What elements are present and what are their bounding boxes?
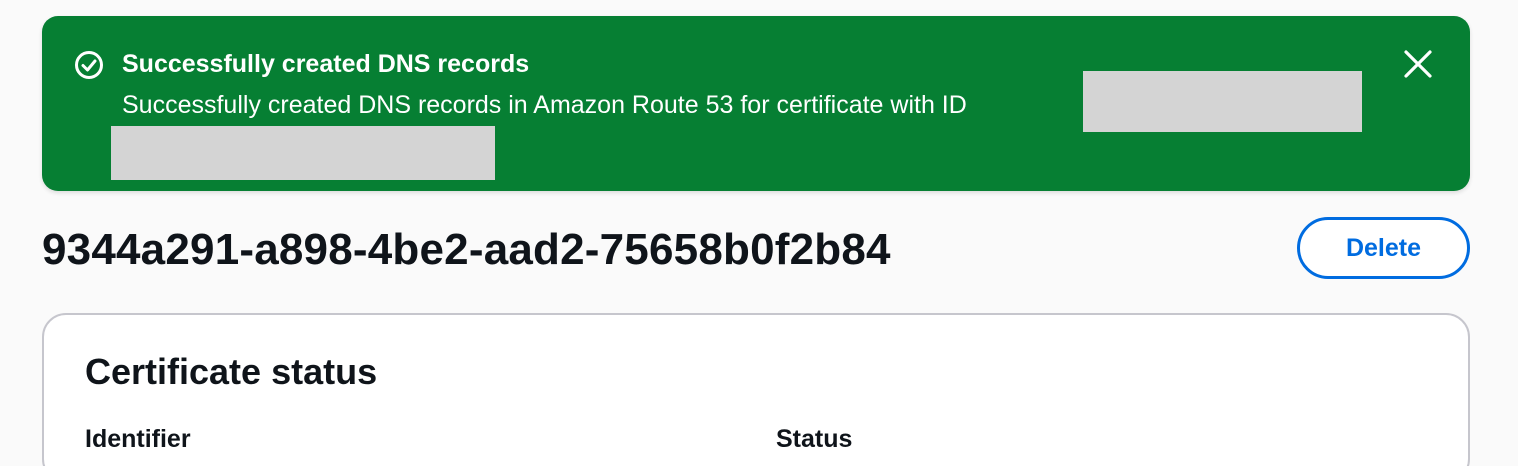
- flash-message: Successfully created DNS records in Amaz…: [122, 91, 967, 119]
- close-icon[interactable]: [1400, 46, 1436, 82]
- redacted-certificate-id-continued: [111, 126, 495, 180]
- certificate-details-page: Successfully created DNS records Success…: [0, 0, 1522, 466]
- page-title: 9344a291-a898-4be2-aad2-75658b0f2b84: [42, 225, 891, 274]
- identifier-label: Identifier: [85, 425, 191, 453]
- check-circle-icon: [74, 50, 104, 80]
- status-label: Status: [776, 425, 853, 453]
- redacted-certificate-id: [1083, 71, 1362, 132]
- certificate-status-heading: Certificate status: [85, 351, 378, 392]
- delete-button[interactable]: Delete: [1297, 217, 1470, 279]
- page-edge: [1518, 0, 1522, 466]
- flash-title: Successfully created DNS records: [122, 50, 530, 78]
